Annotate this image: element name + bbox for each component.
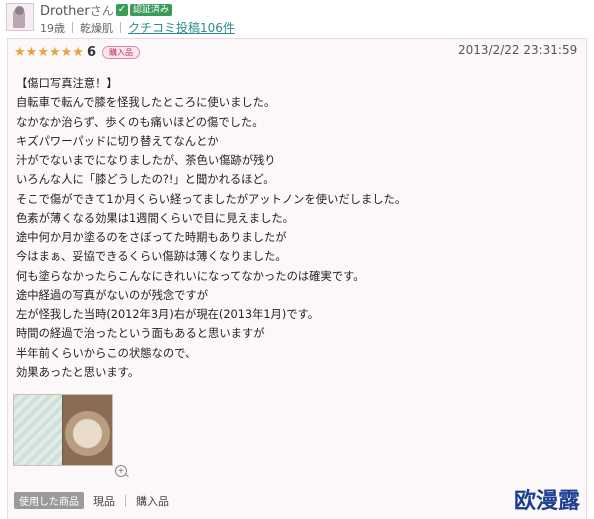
zoom-icon[interactable]: + [115, 465, 127, 477]
review-line: 半年前くらいからこの状態なので、 [16, 346, 197, 360]
username[interactable]: Drotherさん [40, 2, 114, 19]
used-item: 現品 [93, 494, 115, 508]
check-icon: ✓ [116, 4, 128, 16]
review-line: 今はまぁ、妥協できるくらい傷跡は薄くなりました。 [16, 250, 287, 264]
star-icon: ★ [37, 44, 49, 60]
username-name[interactable]: Drother [40, 4, 90, 19]
review-line: いろんな人に「膝どうしたの?!」と聞かれるほど。 [16, 173, 275, 187]
used-item: 購入品 [136, 494, 169, 508]
avatar-head [15, 6, 24, 15]
reviewer-meta: 19歳 乾燥肌 クチコミ投稿106件 [40, 19, 235, 36]
verified-label: 認証済み [130, 4, 173, 16]
review-line: 【傷口写真注意！】 [16, 77, 118, 90]
divider [125, 494, 126, 507]
star-icon: ★ [48, 44, 61, 60]
review-line: 効果あったと思います。 [16, 365, 140, 379]
star-icon: ★ [60, 44, 73, 60]
review-line: 途中経過の写真がないのが残念ですが [16, 288, 209, 302]
review-line: 途中何か月か塗るのをさぼってた時期もありましたが [16, 231, 287, 244]
star-icon: ★ [72, 44, 84, 60]
review-line: 何も塗らなかったらこんなにきれいになってなかったのは確実です。 [16, 269, 365, 283]
review-line: そこで傷ができて1か月くらい経ってましたがアットノンを使いだしました。 [16, 192, 407, 206]
rating: ★ ★ ★ ★ ★ ★ 6 購入品 [14, 45, 140, 60]
review-line: キズパワーパッドに切り替えてなんとか [16, 134, 219, 148]
review-line: 自転車で転んで膝を怪我したところに使いました。 [16, 96, 276, 110]
avatar[interactable] [6, 3, 34, 31]
photo-after [63, 395, 112, 465]
star-icon: ★ [14, 44, 26, 60]
review-line: 汁がでないまでになりましたが、茶色い傷跡が残り [16, 154, 276, 167]
reviewer-header: Drotherさん ✓ 認証済み 19歳 乾燥肌 クチコミ投稿106件 [0, 0, 594, 38]
used-products-tag: 使用した商品 [14, 492, 84, 509]
watermark: 欧漫露 [514, 489, 581, 514]
review-count-link[interactable]: クチコミ投稿106件 [128, 19, 235, 36]
review-photo[interactable] [13, 394, 113, 466]
review-body: 【傷口写真注意！】 自転車で転んで膝を怪我したところに使いました。 なかなか治ら… [16, 74, 576, 382]
username-honorific: さん [89, 4, 114, 18]
reviewer-age: 19歳 [40, 21, 65, 35]
photo-before [14, 395, 62, 465]
review-line: なかなか治らず、歩くのも痛いほどの傷でした。 [16, 115, 264, 129]
review-timestamp: 2013/2/22 23:31:59 [458, 43, 578, 57]
reviewer-skin-type: 乾燥肌 [80, 21, 113, 35]
used-products: 使用した商品 現品 購入品 [14, 492, 169, 509]
divider [120, 22, 121, 33]
review-line: 色素が薄くなる効果は1週間くらいで目に見えました。 [16, 211, 294, 225]
divider [72, 22, 73, 33]
verified-badge: ✓ 認証済み [116, 3, 173, 17]
star-icon: ★ [25, 44, 38, 60]
rating-score: 6 [86, 45, 96, 60]
review-line: 時間の経過で治ったという面もあると思いますが [16, 327, 265, 341]
review-line: 左が怪我した当時(2012年3月)右が現在(2013年1月)です。 [16, 308, 320, 321]
purchase-badge: 購入品 [101, 46, 140, 59]
